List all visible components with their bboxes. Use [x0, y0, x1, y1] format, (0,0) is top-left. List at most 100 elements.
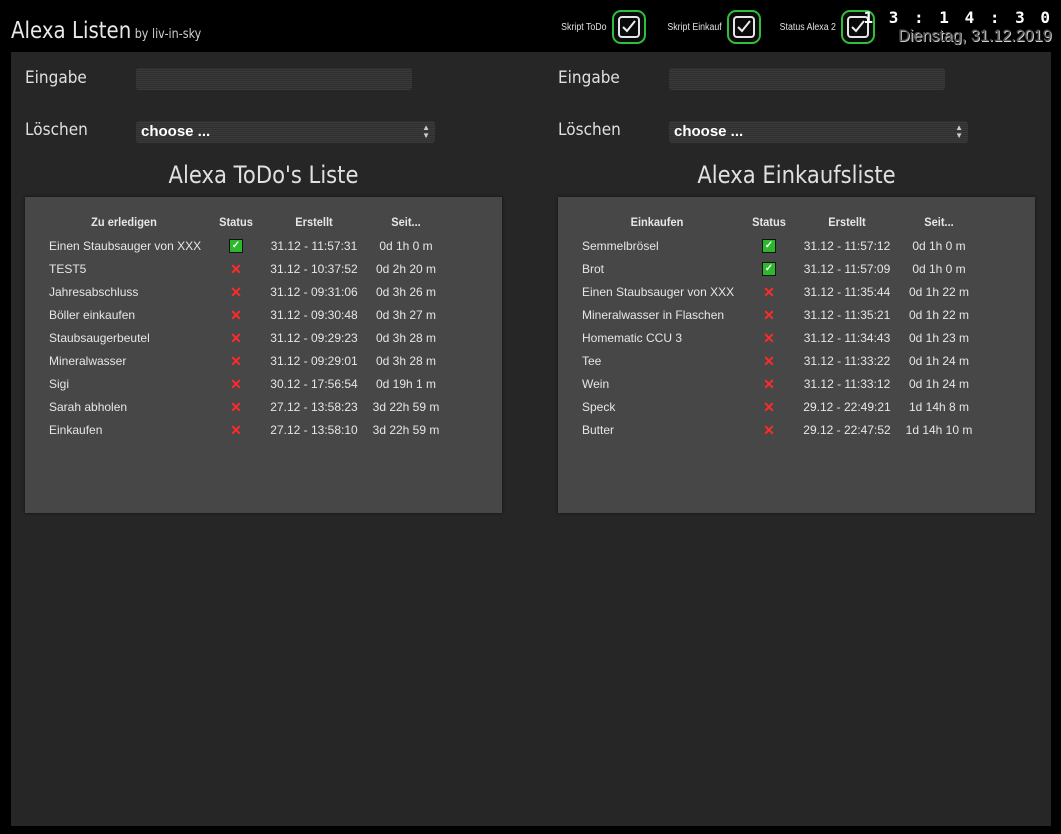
item-since: 0d 3h 28 m	[375, 353, 437, 368]
shopping-input-label: Eingabe	[558, 68, 620, 88]
table-row: Böller einkaufen ✕ 31.12 - 09:30:48 0d 3h 2…	[39, 303, 447, 326]
table-row: Staubsaugerbeutel ✕ 31.12 - 09:29:23 0d 3h …	[39, 326, 447, 349]
item-status: ✕	[209, 326, 263, 349]
toggle-label: Skript ToDo	[561, 21, 607, 33]
status-open-icon[interactable]: ✕	[763, 377, 775, 391]
item-name: Staubsaugerbeutel	[49, 330, 150, 345]
app-title: Alexa Listen by liv-in-sky	[11, 18, 201, 44]
item-name: Brot	[582, 261, 605, 276]
status-open-icon[interactable]: ✕	[763, 331, 775, 345]
status-open-icon[interactable]: ✕	[230, 331, 242, 345]
status-open-icon[interactable]: ✕	[763, 285, 775, 299]
header-bar: Alexa Listen by liv-in-sky Skript ToDo Sk…	[0, 0, 1061, 52]
item-since: 0d 1h 0 m	[379, 238, 433, 253]
status-done-icon[interactable]: ✓	[762, 261, 776, 276]
item-since: 0d 3h 27 m	[375, 307, 437, 322]
item-since: 0d 1h 22 m	[908, 307, 970, 322]
table-row: Einkaufen ✕ 27.12 - 13:58:10 3d 22h 59 m	[39, 418, 447, 441]
status-open-icon[interactable]: ✕	[763, 354, 775, 368]
toggle-status-alexa: Status Alexa 2	[772, 8, 875, 46]
select-arrows-icon: ▲ ▼	[955, 123, 963, 140]
item-since: 1d 14h 10 m	[905, 422, 973, 437]
item-created: 31.12 - 11:33:22	[803, 353, 891, 368]
item-created: 31.12 - 09:29:01	[270, 353, 358, 368]
todo-input-field[interactable]	[136, 68, 412, 90]
item-since: 0d 1h 0 m	[912, 238, 966, 253]
item-name: Böller einkaufen	[49, 307, 136, 322]
item-status: ✓	[742, 257, 796, 280]
item-created: 31.12 - 11:57:09	[803, 261, 891, 276]
item-name: Jahresabschluss	[49, 284, 139, 299]
item-status: ✕	[742, 303, 796, 326]
todo-list-title: Alexa ToDo's Liste	[168, 161, 359, 189]
item-status: ✕	[742, 280, 796, 303]
table-row: Speck ✕ 29.12 - 22:49:21 1d 14h 8 m	[572, 395, 980, 418]
item-created: 27.12 - 13:58:10	[270, 422, 358, 437]
item-since: 0d 2h 20 m	[375, 261, 437, 276]
status-done-icon[interactable]: ✓	[229, 238, 243, 253]
table-row: Mineralwasser in Flaschen ✕ 31.12 - 11:35:…	[572, 303, 980, 326]
table-row: Einen Staubsauger von XXX ✕ 31.12 - 11:35:…	[572, 280, 980, 303]
shopping-delete-select[interactable]: choose ... ▲ ▼	[669, 121, 968, 143]
item-name: Mineralwasser	[49, 353, 127, 368]
status-open-icon[interactable]: ✕	[763, 423, 775, 437]
table-row: Tee ✕ 31.12 - 11:33:22 0d 1h 24 m	[572, 349, 980, 372]
item-created: 29.12 - 22:49:21	[803, 399, 891, 414]
status-open-icon[interactable]: ✕	[763, 308, 775, 322]
item-status: ✕	[742, 418, 796, 441]
item-status: ✓	[209, 234, 263, 257]
table-row: Jahresabschluss ✕ 31.12 - 09:31:06 0d 3h 26…	[39, 280, 447, 303]
item-created: 31.12 - 09:31:06	[270, 284, 358, 299]
select-value: choose ...	[141, 123, 211, 140]
status-open-icon[interactable]: ✕	[230, 262, 242, 276]
item-status: ✕	[209, 418, 263, 441]
item-created: 31.12 - 11:35:21	[803, 307, 891, 322]
table-row: TEST5 ✕ 31.12 - 10:37:52 0d 2h 20 m	[39, 257, 447, 280]
status-open-icon[interactable]: ✕	[230, 400, 242, 414]
table-row: Butter ✕ 29.12 - 22:47:52 1d 14h 10 m	[572, 418, 980, 441]
shopping-list-title: Alexa Einkaufsliste	[697, 161, 896, 189]
todo-delete-select[interactable]: choose ... ▲ ▼	[136, 121, 435, 143]
col-header: Zu erledigen	[91, 214, 157, 229]
item-status: ✕	[209, 280, 263, 303]
item-since: 0d 19h 1 m	[375, 376, 437, 391]
item-since: 3d 22h 59 m	[372, 399, 440, 414]
status-open-icon[interactable]: ✕	[230, 377, 242, 391]
item-created: 31.12 - 10:37:52	[270, 261, 358, 276]
item-since: 0d 3h 26 m	[375, 284, 437, 299]
skript-einkauf-toggle-button[interactable]	[726, 10, 761, 44]
item-created: 31.12 - 11:35:44	[803, 284, 891, 299]
skript-todo-toggle-button[interactable]	[611, 10, 646, 44]
shopping-column: Eingabe Löschen choose ... ▲ ▼ Alexa Eink…	[544, 52, 1035, 522]
status-open-icon[interactable]: ✕	[763, 400, 775, 414]
shopping-list-panel: Einkaufen Status Erstellt Seit... Semmel…	[558, 197, 1035, 513]
table-header-row: Einkaufen Status Erstellt Seit...	[572, 209, 980, 234]
table-row: Semmelbrösel ✓ 31.12 - 11:57:12 0d 1h 0 m	[572, 234, 980, 257]
select-value: choose ...	[674, 123, 744, 140]
item-name: Speck	[582, 399, 616, 414]
status-done-icon[interactable]: ✓	[762, 238, 776, 253]
toggle-label: Skript Einkauf	[667, 21, 722, 33]
checkbox-checked-icon	[617, 16, 640, 38]
todo-list-panel: Zu erledigen Status Erstellt Seit... Ein…	[25, 197, 502, 513]
shopping-input-field[interactable]	[669, 68, 945, 90]
status-open-icon[interactable]: ✕	[230, 354, 242, 368]
item-created: 31.12 - 09:29:23	[270, 330, 358, 345]
item-created: 31.12 - 11:57:12	[803, 238, 891, 253]
item-name: Sigi	[49, 376, 70, 391]
shopping-table: Einkaufen Status Erstellt Seit... Semmel…	[572, 209, 980, 441]
item-name: Sarah abholen	[49, 399, 128, 414]
col-header: Status	[219, 214, 253, 229]
item-created: 31.12 - 11:34:43	[803, 330, 891, 345]
col-header: Seit...	[391, 214, 421, 229]
item-created: 27.12 - 13:58:23	[270, 399, 358, 414]
item-name: Tee	[582, 353, 602, 368]
toggle-skript-einkauf: Skript Einkauf	[660, 8, 761, 46]
status-open-icon[interactable]: ✕	[230, 423, 242, 437]
item-name: Homematic CCU 3	[582, 330, 683, 345]
status-open-icon[interactable]: ✕	[230, 285, 242, 299]
item-status: ✕	[209, 303, 263, 326]
item-since: 3d 22h 59 m	[372, 422, 440, 437]
item-since: 1d 14h 8 m	[908, 399, 970, 414]
status-open-icon[interactable]: ✕	[230, 308, 242, 322]
